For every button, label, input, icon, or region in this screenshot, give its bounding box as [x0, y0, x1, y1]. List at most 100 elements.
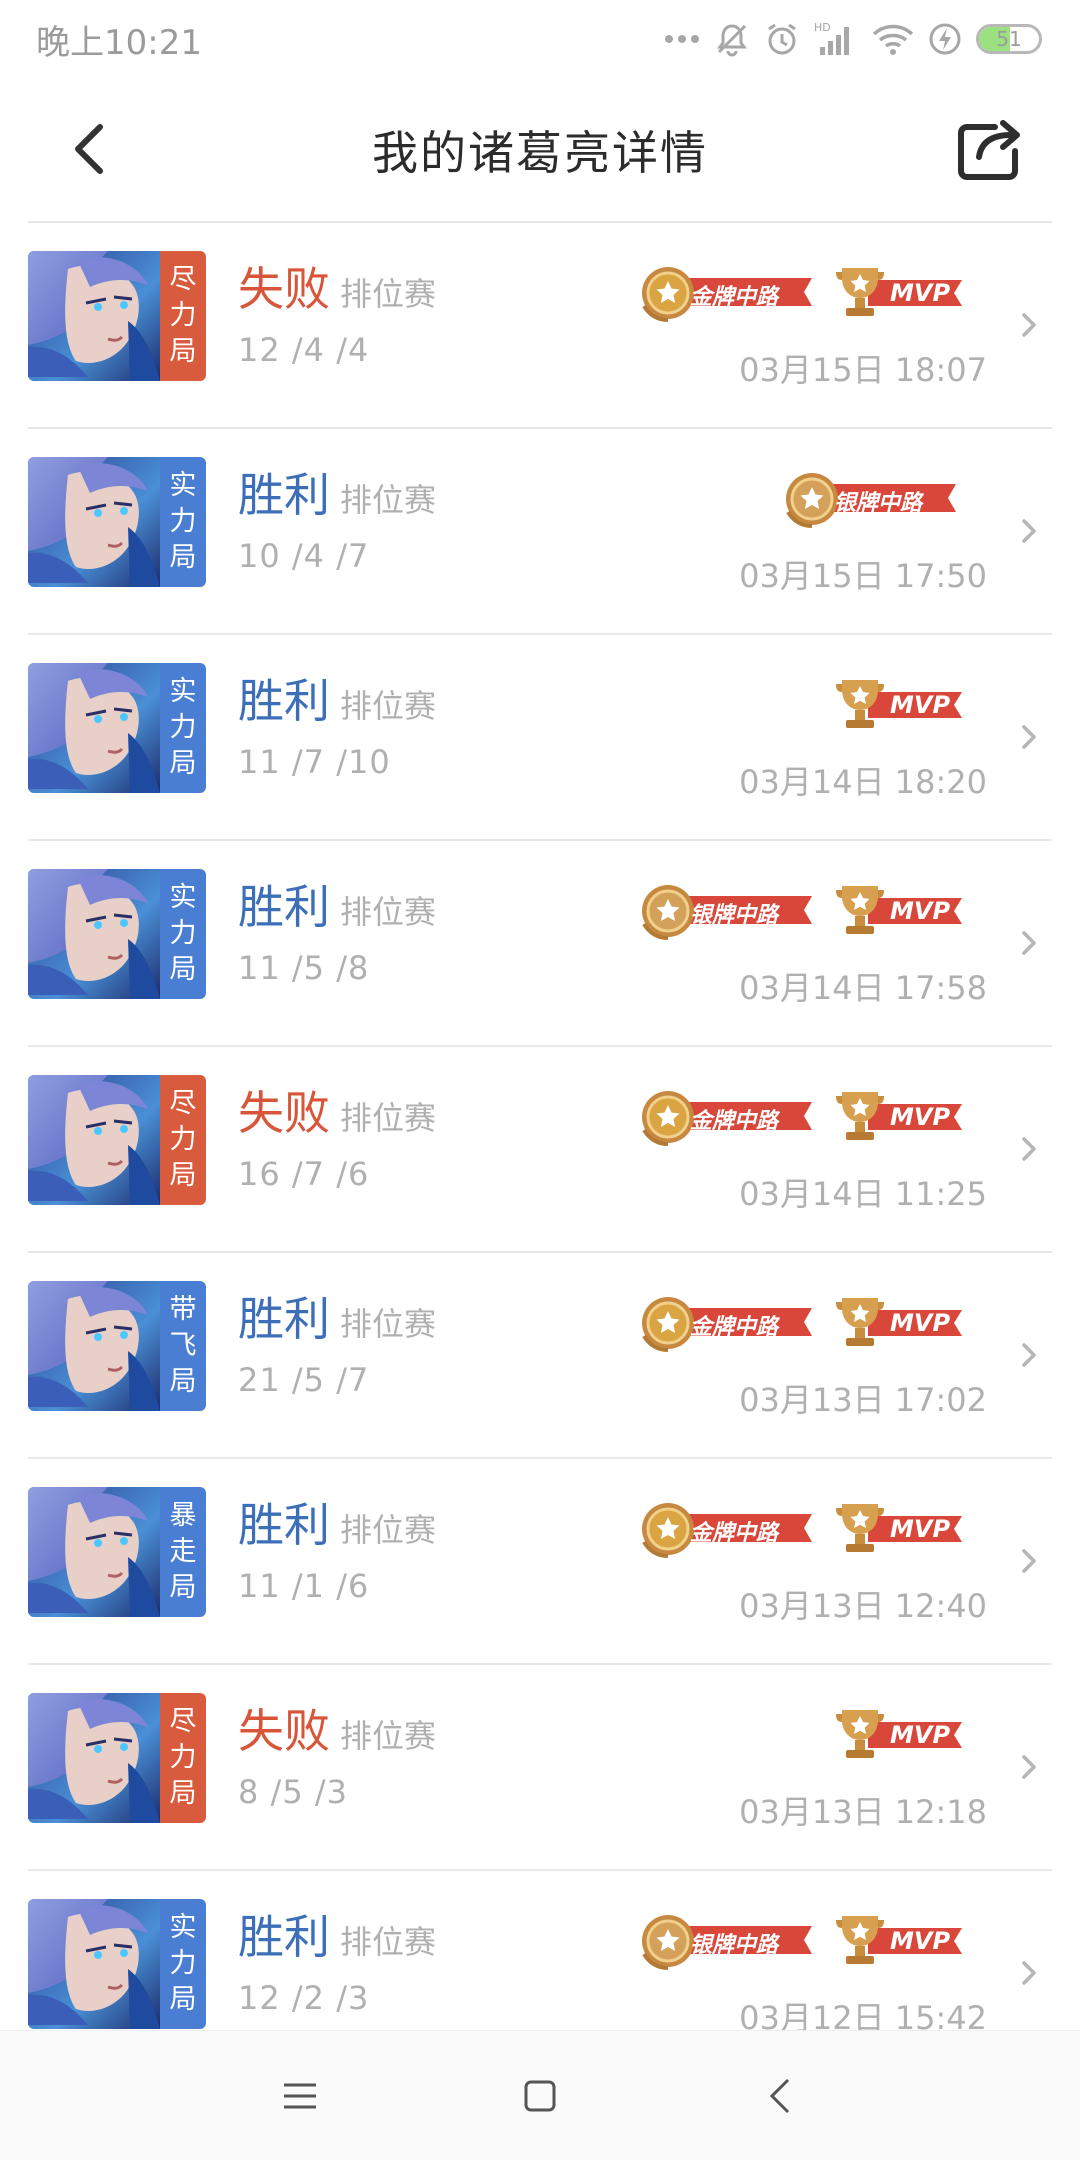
badge-group: 金牌中路 MVP: [638, 261, 964, 325]
wifi-icon: [872, 24, 914, 55]
tier-tag: 尽力局: [160, 1693, 206, 1823]
lane-medal-badge: 金牌中路: [638, 262, 820, 324]
match-kda: 10 /4 /7: [238, 537, 370, 575]
tier-tag-char: 尽: [169, 1088, 197, 1119]
hero-portrait: [28, 251, 160, 381]
match-result: 失败: [238, 262, 330, 316]
share-button[interactable]: [950, 108, 1030, 188]
match-row[interactable]: 暴走局 胜利 排位赛 11 /1 /6 金牌中路 MVP 03月13日 12:4…: [28, 1459, 1052, 1665]
match-mode: 排位赛: [340, 275, 437, 313]
tier-tag-char: 力: [169, 712, 197, 743]
chevron-right-icon: [1022, 1961, 1036, 1985]
tier-tag: 实力局: [160, 1899, 206, 2029]
tier-tag-char: 局: [169, 1984, 197, 2015]
match-row[interactable]: 带飞局 胜利 排位赛 21 /5 /7 金牌中路 MVP 03月13日 17:0…: [28, 1253, 1052, 1459]
svg-text:HD: HD: [814, 21, 831, 34]
hero-card: 实力局: [28, 869, 206, 999]
page: 晚上10:21 HD 51 我的诸葛亮详情 尽 力 局 失败 排位赛 12 /4…: [0, 0, 1080, 2160]
match-datetime: 03月14日 11:25: [739, 1175, 987, 1213]
tier-tag-char: 局: [169, 1160, 197, 1191]
mvp-label: MVP: [890, 279, 951, 307]
lane-medal-badge: 银牌中路: [638, 880, 820, 942]
match-row[interactable]: 尽力局 失败 排位赛 8 /5 /3 MVP 03月13日 12:18: [28, 1665, 1052, 1871]
mvp-label: MVP: [890, 1721, 951, 1749]
match-mode: 排位赛: [340, 1305, 437, 1343]
match-datetime: 03月13日 17:02: [739, 1381, 987, 1419]
match-kda: 11 /1 /6: [238, 1567, 370, 1605]
hero-card: 带飞局: [28, 1281, 206, 1411]
badge-group: MVP: [832, 1703, 964, 1767]
tier-tag: 暴走局: [160, 1487, 206, 1617]
mvp-badge: MVP: [832, 1086, 964, 1148]
match-datetime: 03月15日 18:07: [739, 351, 987, 389]
match-kda: 11 /7 /10: [238, 743, 391, 781]
menu-icon: [284, 2083, 316, 2108]
mvp-label: MVP: [890, 691, 951, 719]
mvp-label: MVP: [890, 1927, 951, 1955]
match-datetime: 03月13日 12:18: [739, 1793, 987, 1831]
lane-medal-badge: 银牌中路: [782, 468, 964, 530]
menu-button[interactable]: [270, 2066, 330, 2126]
lane-medal-label: 银牌中路: [834, 491, 923, 516]
badge-group: 银牌中路 MVP: [638, 1909, 964, 1973]
tier-tag-char: 实: [169, 470, 197, 501]
battery-icon: 51: [976, 24, 1042, 54]
match-result: 胜利: [238, 674, 330, 728]
match-row[interactable]: 尽力局 失败 排位赛 16 /7 /6 金牌中路 MVP 03月14日 11:2…: [28, 1047, 1052, 1253]
hero-portrait: [28, 1487, 160, 1617]
system-nav-bar: [0, 2030, 1080, 2160]
hero-portrait: [28, 869, 160, 999]
hero-portrait-image: [28, 869, 160, 999]
tier-tag-char: 局: [169, 748, 197, 779]
hero-portrait: [28, 663, 160, 793]
mvp-badge: MVP: [832, 880, 964, 942]
tier-tag-char: 力: [169, 506, 197, 537]
tier-tag-char: 局: [169, 542, 197, 573]
match-row[interactable]: 尽力局 失败 排位赛 12 /4 /4 金牌中路 MVP 03月15日 18:0…: [28, 223, 1052, 429]
match-list[interactable]: 尽力局 失败 排位赛 12 /4 /4 金牌中路 MVP 03月15日 18:0…: [0, 223, 1080, 2030]
mvp-label: MVP: [890, 1309, 951, 1337]
tier-tag-char: 飞: [169, 1330, 197, 1361]
mvp-badge: MVP: [832, 1498, 964, 1560]
home-button[interactable]: [510, 2066, 570, 2126]
nav-back-button[interactable]: [750, 2066, 810, 2126]
match-result: 失败: [238, 1704, 330, 1758]
badge-group: 金牌中路 MVP: [638, 1497, 964, 1561]
match-row[interactable]: 实力局 胜利 排位赛 11 /5 /8 银牌中路 MVP 03月14日 17:5…: [28, 841, 1052, 1047]
match-datetime: 03月15日 17:50: [739, 557, 987, 595]
badge-group: 金牌中路 MVP: [638, 1085, 964, 1149]
match-mode: 排位赛: [340, 481, 437, 519]
silent-icon: [717, 24, 747, 57]
mvp-badge: MVP: [832, 1704, 964, 1766]
tier-tag-char: 实: [169, 1912, 197, 1943]
hero-card: 暴走局: [28, 1487, 206, 1617]
badge-group: MVP: [832, 673, 964, 737]
tier-tag: 尽力局: [160, 251, 206, 381]
hero-portrait-image: [28, 1075, 160, 1205]
match-mode: 排位赛: [340, 893, 437, 931]
mvp-badge: MVP: [832, 1910, 964, 1972]
more-dots-icon: [665, 35, 699, 43]
hero-card: 实力局: [28, 1899, 206, 2029]
match-row[interactable]: 实力局 胜利 排位赛 11 /7 /10 MVP 03月14日 18:20: [28, 635, 1052, 841]
match-mode: 排位赛: [340, 1511, 437, 1549]
match-row[interactable]: 实力局 胜利 排位赛 12 /2 /3 银牌中路 MVP 03月12日 15:4…: [28, 1871, 1052, 2030]
chevron-right-icon: [1022, 313, 1036, 337]
lane-medal-label: 银牌中路: [690, 1933, 779, 1958]
tier-tag-char: 暴: [169, 1500, 197, 1531]
battery-level: 51: [996, 27, 1022, 51]
lane-medal-badge: 金牌中路: [638, 1292, 820, 1354]
charging-icon: [929, 23, 961, 55]
status-bar: 晚上10:21 HD 51: [0, 0, 1080, 78]
lane-medal-label: 金牌中路: [690, 1315, 779, 1340]
match-datetime: 03月13日 12:40: [739, 1587, 987, 1625]
hero-portrait-image: [28, 1899, 160, 2029]
badge-group: 银牌中路 MVP: [638, 879, 964, 943]
back-button[interactable]: [60, 114, 120, 184]
hero-portrait: [28, 1075, 160, 1205]
match-row[interactable]: 实力局 胜利 排位赛 10 /4 /7 银牌中路 03月15日 17:50: [28, 429, 1052, 635]
lane-medal-label: 银牌中路: [690, 903, 779, 928]
hero-portrait-image: [28, 1281, 160, 1411]
hero-card: 尽力局: [28, 1693, 206, 1823]
home-icon: [524, 2080, 556, 2111]
